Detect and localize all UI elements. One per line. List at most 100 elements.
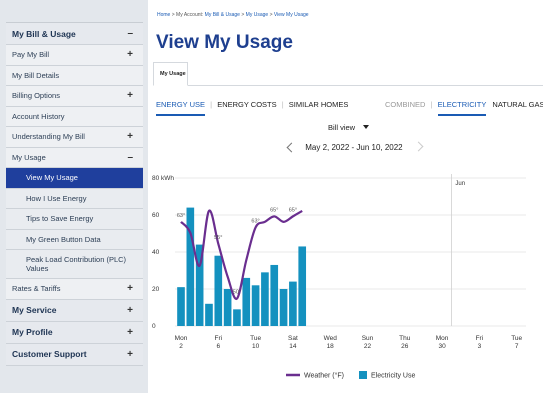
- sidebar-item-pay-my-bill[interactable]: Pay My Bill +: [6, 45, 143, 66]
- sidebar-item-my-green-button-data[interactable]: My Green Button Data: [6, 229, 143, 250]
- sidebar-item-label: My Usage: [12, 152, 46, 162]
- chevron-right-icon[interactable]: [413, 141, 424, 152]
- chevron-left-icon[interactable]: [286, 142, 297, 153]
- breadcrumb-bill-usage[interactable]: My Bill & Usage: [205, 12, 240, 18]
- sidebar-item-my-profile[interactable]: My Profile +: [6, 321, 143, 344]
- temperature-label: 55°: [214, 235, 222, 241]
- x-tick-date: 22: [364, 343, 372, 350]
- temperature-label: 63°: [251, 218, 259, 224]
- x-tick-date: 26: [401, 343, 409, 350]
- usage-bar: [261, 272, 269, 326]
- breadcrumb-current[interactable]: View My Usage: [274, 12, 309, 18]
- temperature-label: 50°: [233, 290, 241, 296]
- date-range-label: May 2, 2022 - Jun 10, 2022: [305, 143, 403, 152]
- bill-view-value: Bill view: [328, 123, 356, 132]
- sidebar-item-peak-load-contribution-plc-values[interactable]: Peak Load Contribution (PLC) Values: [6, 250, 143, 279]
- sidebar-item-billing-options[interactable]: Billing Options +: [6, 86, 143, 107]
- subnav-sep: |: [281, 100, 284, 109]
- expand-icon[interactable]: +: [127, 327, 133, 338]
- tab-similar-homes[interactable]: SIMILAR HOMES: [289, 100, 349, 109]
- sidebar-item-label: Rates & Tariffs: [12, 284, 61, 294]
- tab-energy-costs[interactable]: ENERGY COSTS: [217, 100, 276, 109]
- usage-bar: [233, 309, 241, 326]
- sidebar-nav: My Bill & Usage – Pay My Bill + My Bill Deta…: [0, 0, 143, 393]
- sidebar-item-customer-support[interactable]: Customer Support +: [6, 343, 143, 366]
- y-tick-label: 0: [152, 323, 156, 330]
- legend-weather-label: Weather (°F): [304, 372, 344, 380]
- bill-view-dropdown[interactable]: Bill view: [328, 123, 370, 132]
- sidebar-item-label: My Bill & Usage: [12, 28, 76, 39]
- usage-bar: [251, 285, 260, 326]
- usage-bar: [242, 277, 251, 326]
- x-tick-date: 7: [515, 343, 519, 350]
- breadcrumb: Home > My Account: My Bill & Usage > My …: [157, 12, 309, 18]
- expand-icon[interactable]: +: [127, 131, 133, 142]
- breadcrumb-account: My Account:: [176, 12, 204, 18]
- sidebar-item-view-my-usage[interactable]: View My Usage: [6, 168, 143, 189]
- x-tick-date: 6: [216, 343, 220, 350]
- tab-electricity[interactable]: ELECTRICITY: [437, 100, 487, 116]
- main-content: Home > My Account: My Bill & Usage > My …: [148, 0, 543, 393]
- collapse-icon[interactable]: –: [127, 28, 133, 39]
- usage-bar: [214, 255, 223, 326]
- sidebar-item-label: Tips to Save Energy: [26, 214, 94, 224]
- y-tick-label: 40: [152, 249, 160, 256]
- usage-chart: 020406080 kWhJun63°55°50°63°65° 65°Mon2Fr…: [152, 174, 526, 380]
- usage-bar: [205, 303, 213, 326]
- sidebar-item-account-history[interactable]: Account History: [6, 106, 143, 127]
- breadcrumb-usage[interactable]: My Usage: [246, 12, 269, 18]
- usage-bar: [279, 289, 288, 326]
- sidebar-item-my-bill-usage[interactable]: My Bill & Usage –: [6, 23, 143, 45]
- x-tick-date: 10: [252, 343, 260, 350]
- temperature-label: 65°: [270, 207, 278, 213]
- sidebar-item-label: My Bill Details: [12, 70, 60, 80]
- collapse-icon[interactable]: –: [127, 152, 133, 163]
- sidebar-menu: My Bill & Usage – Pay My Bill + My Bill Deta…: [6, 22, 143, 366]
- x-tick-date: 3: [478, 343, 482, 350]
- tab-energy-use[interactable]: ENERGY USE: [156, 100, 206, 116]
- sidebar-item-understanding-my-bill[interactable]: Understanding My Bill +: [6, 127, 143, 148]
- y-tick-label: 80 kWh: [152, 175, 174, 182]
- usage-bar: [186, 207, 195, 326]
- sidebar-item-label: How I Use Energy: [26, 193, 87, 203]
- x-tick-date: 14: [289, 343, 297, 350]
- sidebar-item-label: Understanding My Bill: [12, 132, 85, 142]
- tab-my-usage[interactable]: My Usage: [153, 62, 188, 86]
- sidebar-item-how-i-use-energy[interactable]: How I Use Energy: [6, 188, 143, 209]
- subnav-sep: |: [430, 100, 433, 109]
- sidebar-item-label: My Green Button Data: [26, 234, 101, 244]
- sidebar-item-rates-tariffs[interactable]: Rates & Tariffs +: [6, 279, 143, 300]
- x-tick-day: Mon: [175, 335, 188, 342]
- breadcrumb-home[interactable]: Home: [157, 12, 170, 18]
- sidebar-item-label: View My Usage: [26, 173, 78, 183]
- legend-electricity-swatch: [359, 371, 367, 379]
- x-tick-day: Wed: [324, 335, 338, 342]
- sidebar-item-label: Customer Support: [12, 349, 87, 359]
- usage-type-nav: ENERGY USE | ENERGY COSTS | SIMILAR HOME…: [156, 100, 348, 116]
- x-tick-date: 2: [179, 343, 183, 350]
- breadcrumb-sep: >: [269, 12, 273, 18]
- y-tick-label: 60: [152, 212, 160, 219]
- sidebar-item-label: Account History: [12, 111, 65, 121]
- sidebar-item-my-usage[interactable]: My Usage –: [6, 147, 143, 168]
- expand-icon[interactable]: +: [127, 90, 133, 101]
- sidebar-item-label: Billing Options: [12, 91, 60, 101]
- tab-combined[interactable]: COMBINED: [385, 100, 425, 109]
- x-tick-day: Fri: [215, 335, 223, 342]
- x-tick-date: 18: [327, 343, 335, 350]
- fuel-type-nav: COMBINED | ELECTRICITY NATURAL GAS: [385, 100, 543, 116]
- breadcrumb-sep: >: [241, 12, 245, 18]
- month-label: Jun: [455, 181, 465, 187]
- tab-natural-gas[interactable]: NATURAL GAS: [492, 100, 543, 109]
- x-tick-date: 30: [438, 343, 446, 350]
- sidebar-item-my-service[interactable]: My Service +: [6, 299, 143, 322]
- expand-icon[interactable]: +: [127, 49, 133, 60]
- caret-down-icon: [363, 125, 370, 129]
- expand-icon[interactable]: +: [127, 305, 133, 316]
- sidebar-item-tips-to-save-energy[interactable]: Tips to Save Energy: [6, 209, 143, 230]
- expand-icon[interactable]: +: [127, 283, 133, 294]
- sidebar-item-my-bill-details[interactable]: My Bill Details: [6, 65, 143, 86]
- usage-bar: [298, 246, 307, 326]
- usage-bar: [270, 264, 279, 326]
- expand-icon[interactable]: +: [127, 349, 133, 360]
